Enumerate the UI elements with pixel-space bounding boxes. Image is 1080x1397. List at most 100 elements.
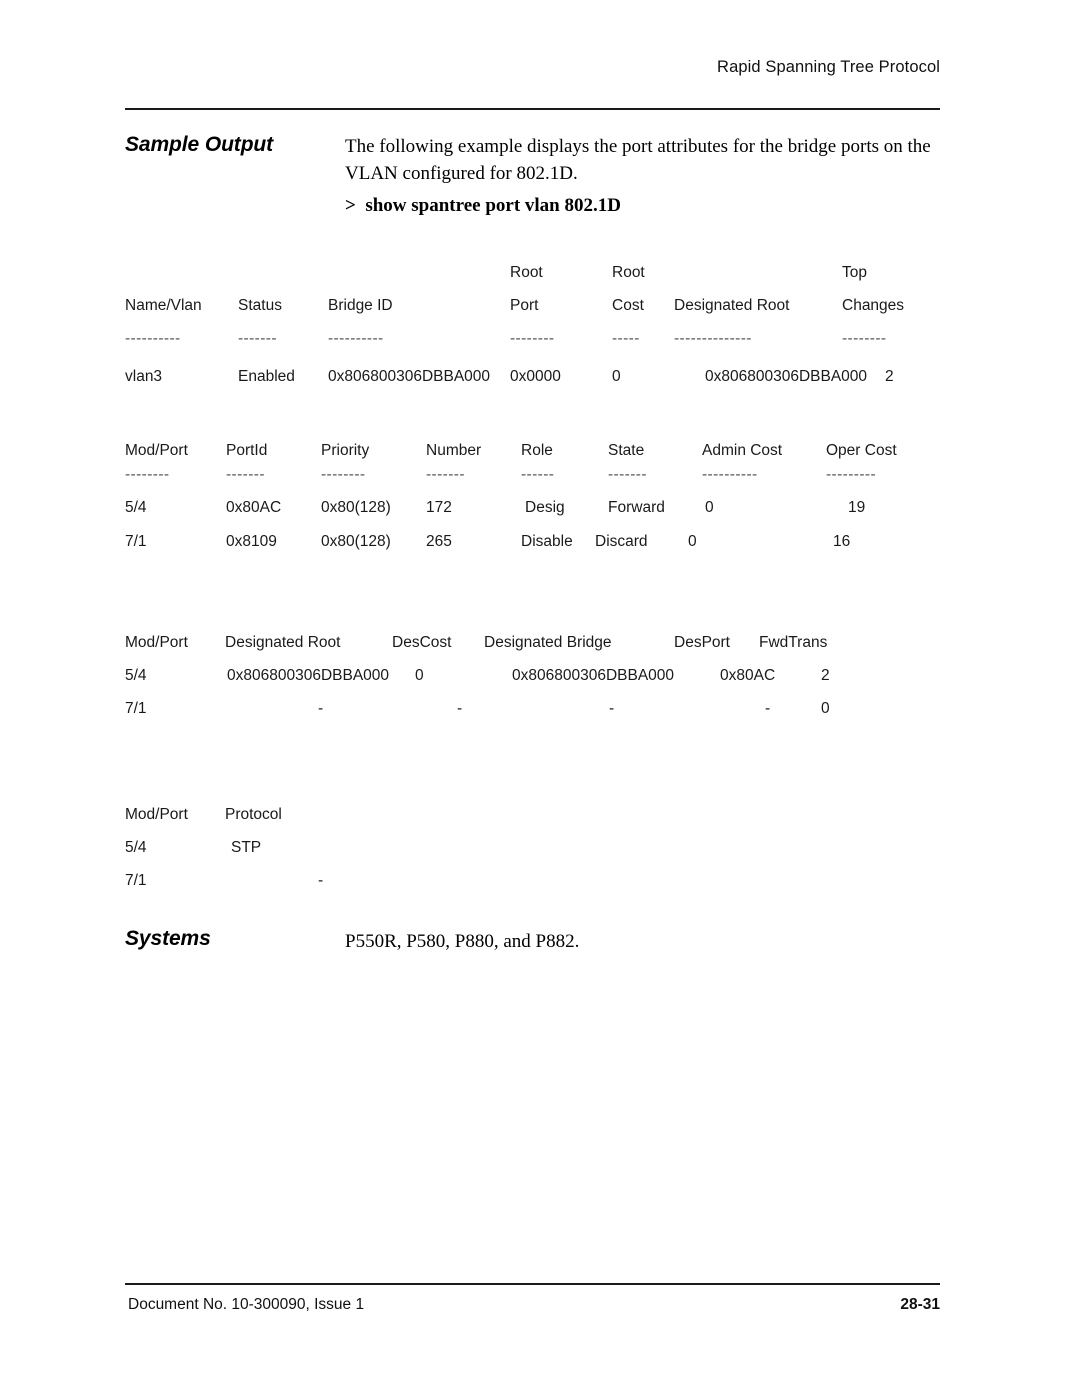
table-row: 7/1 - <box>125 870 955 903</box>
cell-fwdtrans: 0 <box>821 700 830 717</box>
sep-admin-cost: ---------- <box>702 466 758 483</box>
col-protocol-head: Protocol <box>225 806 282 823</box>
col-mod-port-head: Mod/Port <box>125 806 188 823</box>
cell-mod-port: 5/4 <box>125 667 147 684</box>
cell-oper-cost: 16 <box>833 533 851 550</box>
col-admin-cost-head: Admin Cost <box>702 442 783 459</box>
sep-oper-cost: --------- <box>826 466 877 483</box>
designated-root-table: Mod/Port Designated Root DesCost Designa… <box>125 632 955 731</box>
cell-name-vlan: vlan3 <box>125 368 163 385</box>
footer-page-number: 28-31 <box>900 1296 940 1313</box>
col-designated-root-head: Designated Root <box>674 297 790 314</box>
table-separator-row: -------- ------- -------- ------- ------… <box>125 464 955 497</box>
col-top-changes-head-1: Top <box>842 264 867 281</box>
systems-text: P550R, P580, P880, and P882. <box>345 931 580 952</box>
sep-name-vlan: ---------- <box>125 330 181 347</box>
running-head: Rapid Spanning Tree Protocol <box>717 58 940 76</box>
table-row: 5/4 STP <box>125 837 955 870</box>
col-designated-bridge-head: Designated Bridge <box>484 634 612 651</box>
table-row: 7/1 - - - - 0 <box>125 698 955 731</box>
table-row: vlan3 Enabled 0x806800306DBBA000 0x0000 … <box>125 366 955 399</box>
sep-number: ------- <box>426 466 465 483</box>
footer-rule <box>125 1283 940 1285</box>
sep-mod-port: -------- <box>125 466 170 483</box>
sample-output-paragraph: The following example displays the port … <box>345 136 931 184</box>
cell-mod-port: 5/4 <box>125 839 147 856</box>
table-row: 7/1 0x8109 0x80(128) 265 Disable Discard… <box>125 531 955 564</box>
col-oper-cost-head: Oper Cost <box>826 442 897 459</box>
table-row: 5/4 0x80AC 0x80(128) 172 Desig Forward 0… <box>125 497 955 531</box>
cell-priority: 0x80(128) <box>321 533 391 550</box>
col-root-cost-head-2: Cost <box>612 297 644 314</box>
col-mod-port-head: Mod/Port <box>125 634 188 651</box>
cell-admin-cost: 0 <box>688 533 697 550</box>
col-priority-head: Priority <box>321 442 370 459</box>
cell-protocol: - <box>318 872 324 889</box>
cell-desport: 0x80AC <box>720 667 776 684</box>
col-role-head: Role <box>521 442 553 459</box>
cell-state: Forward <box>608 499 665 516</box>
sep-portid: ------- <box>226 466 265 483</box>
sep-root-port: -------- <box>510 330 555 347</box>
cell-role: Disable <box>521 533 573 550</box>
cell-descost: - <box>457 700 463 717</box>
cell-number: 265 <box>426 533 452 550</box>
sep-role: ------ <box>521 466 555 483</box>
col-root-port-head-2: Port <box>510 297 539 314</box>
header-rule <box>125 108 940 110</box>
cell-root-port: 0x0000 <box>510 368 561 385</box>
cell-protocol: STP <box>231 839 262 856</box>
cell-portid: 0x8109 <box>226 533 277 550</box>
sep-top-changes: -------- <box>842 330 887 347</box>
cell-descost: 0 <box>415 667 424 684</box>
table-header-row: Mod/Port Designated Root DesCost Designa… <box>125 632 955 665</box>
cell-designated-bridge: - <box>609 700 615 717</box>
table-header-row-2: Name/Vlan Status Bridge ID Port Cost Des… <box>125 295 955 328</box>
col-root-cost-head-1: Root <box>612 264 645 281</box>
col-state-head: State <box>608 442 645 459</box>
col-bridge-id-head: Bridge ID <box>328 297 393 314</box>
document-page: Rapid Spanning Tree Protocol Sample Outp… <box>0 0 1080 1397</box>
section-heading-sample-output: Sample Output <box>125 133 274 156</box>
col-mod-port-head: Mod/Port <box>125 442 188 459</box>
col-name-vlan-head: Name/Vlan <box>125 297 202 314</box>
cell-role: Desig <box>525 499 565 516</box>
sep-bridge-id: ---------- <box>328 330 384 347</box>
cell-mod-port: 7/1 <box>125 533 147 550</box>
vlan-summary-table: Root Root Top Name/Vlan Status Bridge ID… <box>125 262 955 385</box>
cell-mod-port: 5/4 <box>125 499 147 516</box>
cell-mod-port: 7/1 <box>125 872 147 889</box>
cell-top-changes: 2 <box>885 368 894 385</box>
cell-status: Enabled <box>238 368 295 385</box>
cell-desport: - <box>765 700 771 717</box>
cell-mod-port: 7/1 <box>125 700 147 717</box>
table-separator-row: ---------- ------- ---------- -------- -… <box>125 328 955 352</box>
sep-designated-root: -------------- <box>674 330 752 347</box>
col-number-head: Number <box>426 442 482 459</box>
port-attribute-table: Mod/Port PortId Priority Number Role Sta… <box>125 440 955 564</box>
cell-priority: 0x80(128) <box>321 499 391 516</box>
cell-oper-cost: 19 <box>848 499 866 516</box>
table-row: 5/4 0x806800306DBBA000 0 0x806800306DBBA… <box>125 665 955 698</box>
cell-root-cost: 0 <box>612 368 621 385</box>
col-portid-head: PortId <box>226 442 268 459</box>
sep-state: ------- <box>608 466 647 483</box>
cell-number: 172 <box>426 499 452 516</box>
table-header-row: Mod/Port PortId Priority Number Role Sta… <box>125 440 955 464</box>
cell-state: Discard <box>595 533 648 550</box>
col-descost-head: DesCost <box>392 634 452 651</box>
cell-fwdtrans: 2 <box>821 667 830 684</box>
protocol-table: Mod/Port Protocol 5/4 STP 7/1 - <box>125 804 955 903</box>
section-heading-systems: Systems <box>125 927 211 950</box>
col-top-changes-head-2: Changes <box>842 297 905 314</box>
sep-priority: -------- <box>321 466 366 483</box>
table-header-row-1: Root Root Top <box>125 262 955 295</box>
col-desport-head: DesPort <box>674 634 730 651</box>
cell-designated-root: - <box>318 700 324 717</box>
table-header-row: Mod/Port Protocol <box>125 804 955 837</box>
col-designated-root-head: Designated Root <box>225 634 341 651</box>
sep-status: ------- <box>238 330 277 347</box>
cell-designated-root: 0x806800306DBBA000 <box>705 368 868 385</box>
col-status-head: Status <box>238 297 282 314</box>
sep-root-cost: ----- <box>612 330 640 347</box>
